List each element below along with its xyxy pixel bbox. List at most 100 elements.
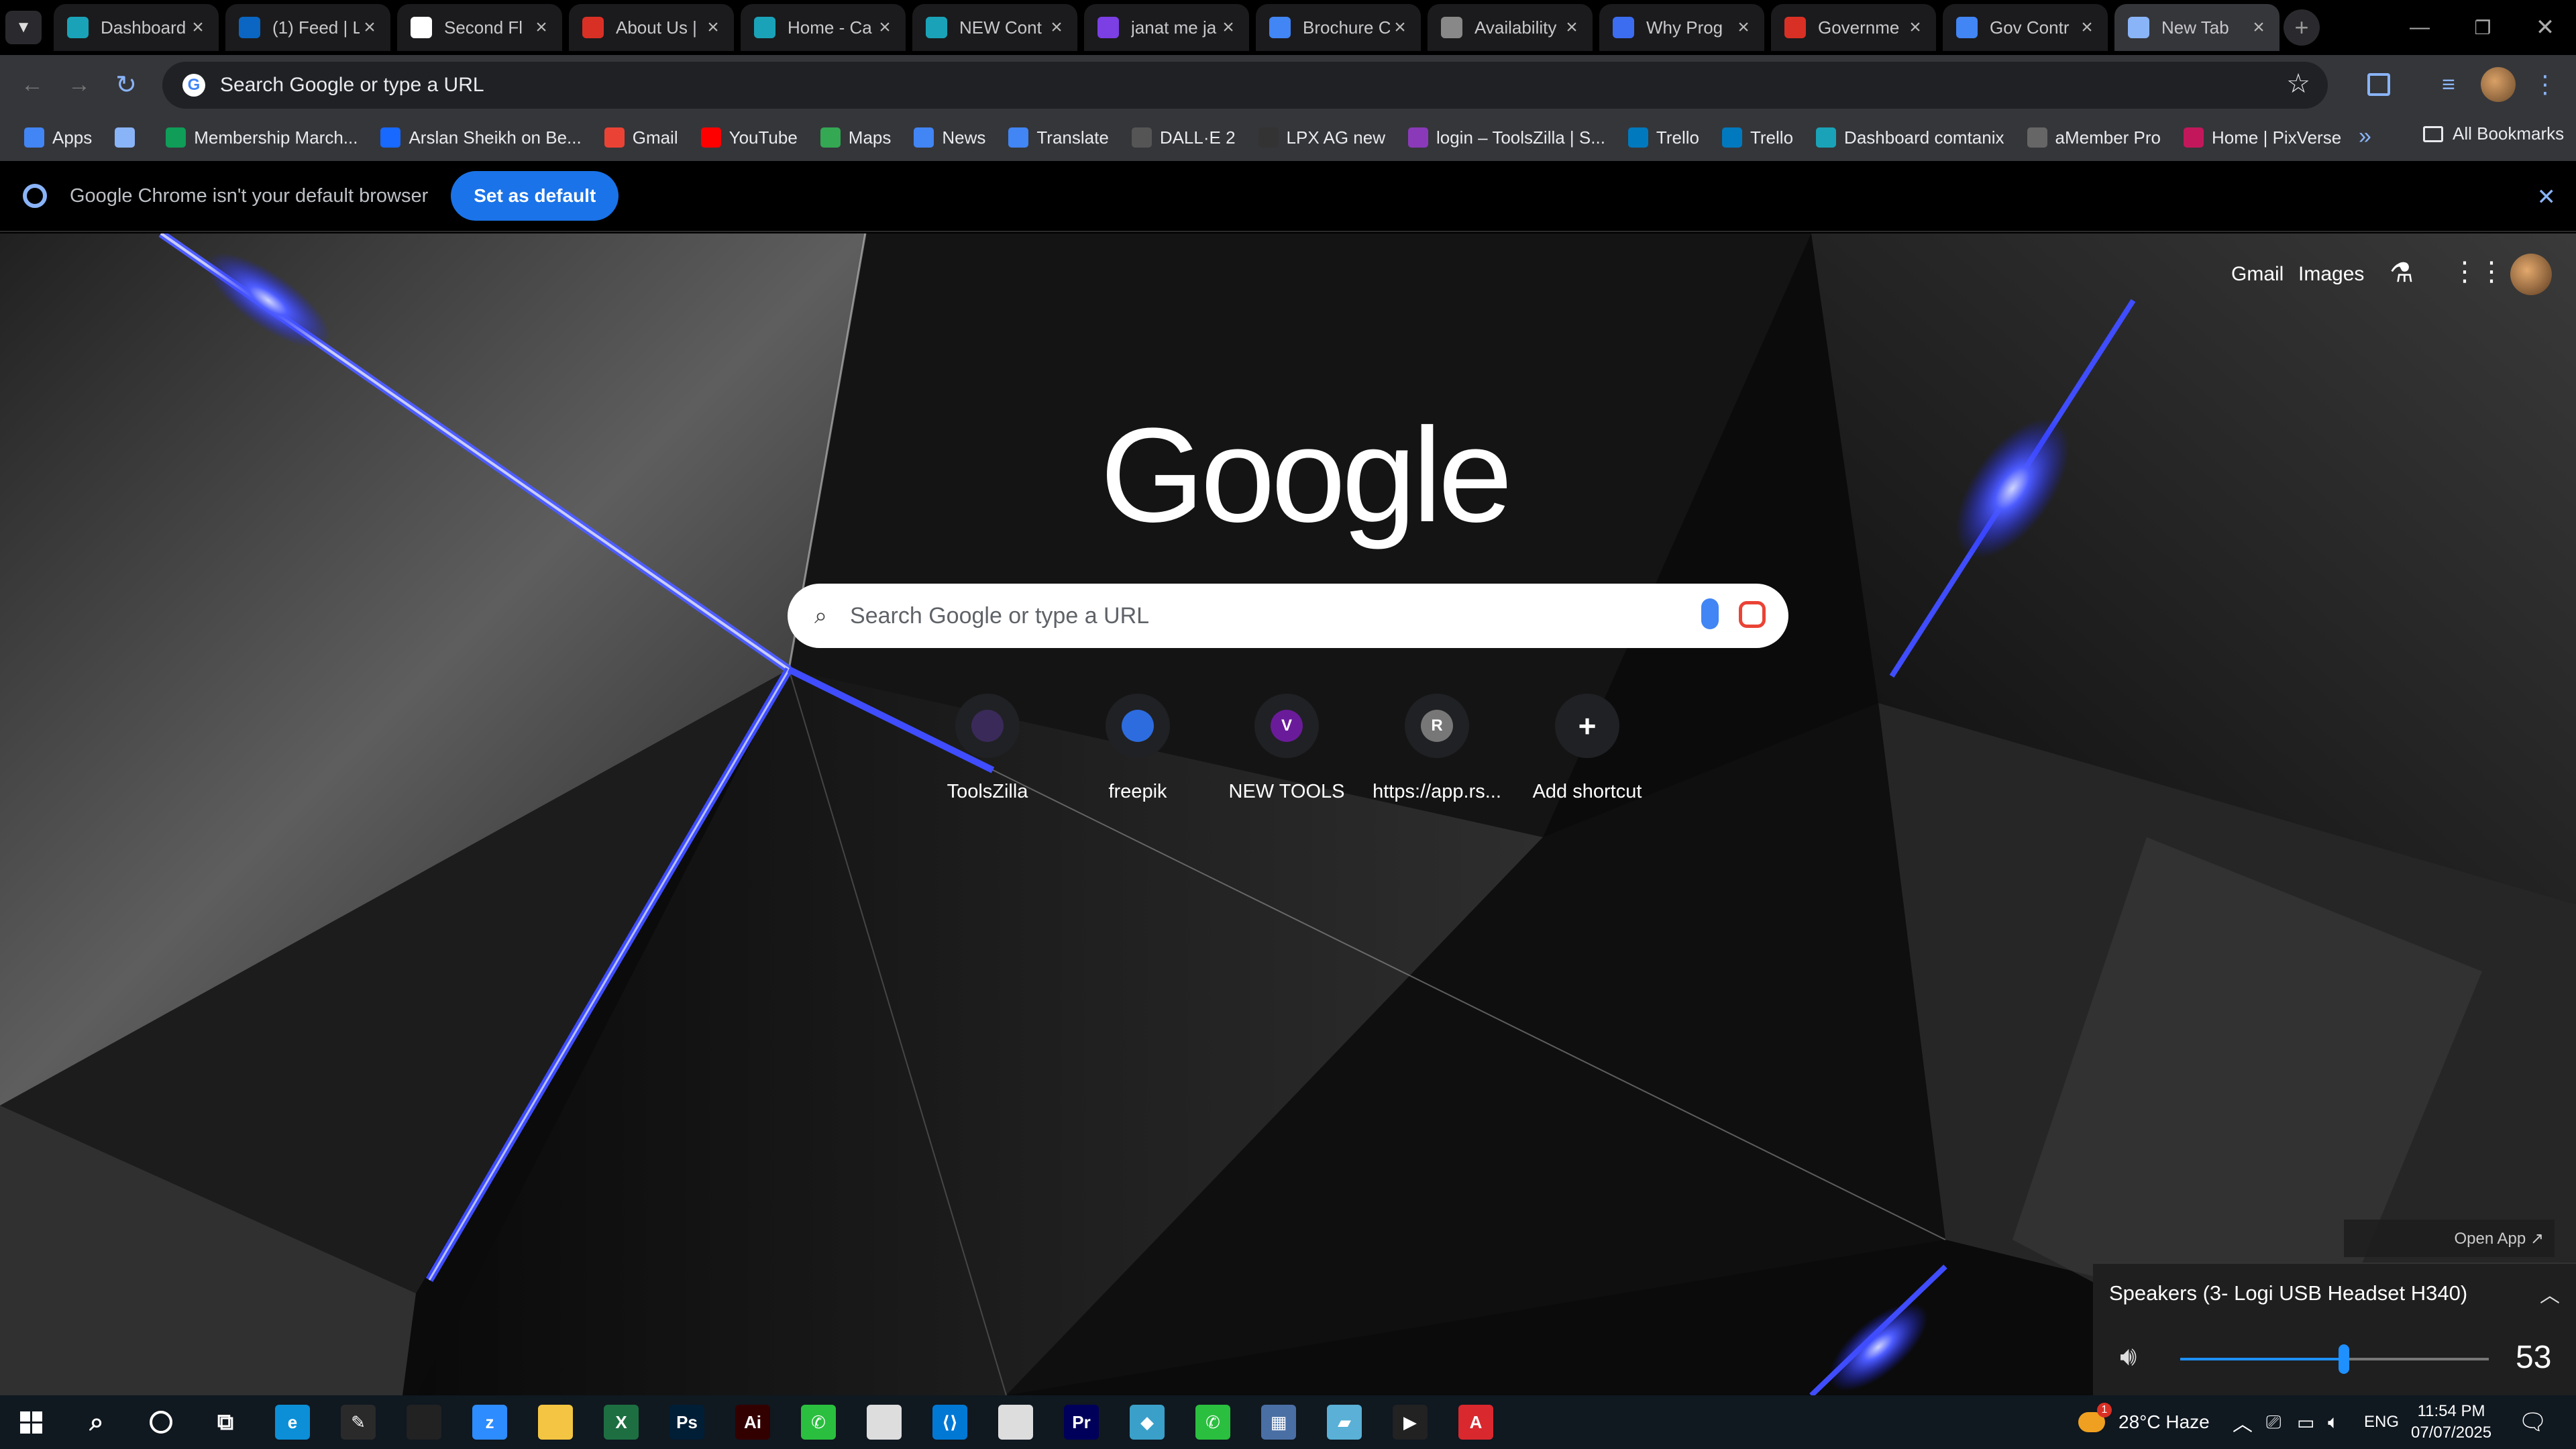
bookmark-item[interactable]: Gmail [604, 127, 678, 148]
reload-button[interactable]: ↻ [109, 67, 144, 102]
open-app-button[interactable]: Open App ↗ [2344, 1220, 2555, 1257]
phone-app-2-icon[interactable]: ✆ [1195, 1405, 1230, 1440]
chevron-up-icon[interactable]: ︿ [2540, 1279, 2560, 1308]
excel-icon[interactable]: X [604, 1405, 639, 1440]
tab-5[interactable]: Home - Ca × [741, 4, 906, 51]
phone-app-icon[interactable]: ✆ [801, 1405, 836, 1440]
tab-13[interactable]: New Tab × [2114, 4, 2279, 51]
close-tab-icon[interactable]: × [875, 16, 895, 39]
lens-icon[interactable] [1739, 601, 1766, 628]
audio-device-name[interactable]: Speakers (3- Logi USB Headset H340) [2109, 1281, 2467, 1305]
premiere-icon[interactable]: Pr [1064, 1405, 1099, 1440]
show-hidden-icons[interactable]: ︿ [2233, 1395, 2253, 1449]
volume-slider-thumb[interactable] [2338, 1344, 2349, 1374]
speaker-icon[interactable]: 🔊︎ [2120, 1342, 2137, 1372]
app-icon[interactable]: ◆ [1130, 1405, 1165, 1440]
close-tab-icon[interactable]: × [1218, 16, 1238, 39]
close-tab-icon[interactable]: × [1733, 16, 1754, 39]
close-tab-icon[interactable]: × [1390, 16, 1410, 39]
tab-4[interactable]: About Us | × [569, 4, 734, 51]
media-player-icon[interactable]: ▶ [1393, 1405, 1428, 1440]
tab-12[interactable]: Gov Contr × [1943, 4, 2108, 51]
tab-9[interactable]: Availability × [1428, 4, 1593, 51]
weather-widget[interactable]: 1 28°C Haze [2078, 1395, 2210, 1449]
close-tab-icon[interactable]: × [2077, 16, 2097, 39]
network-icon[interactable]: ▭ [2297, 1395, 2314, 1449]
voice-search-icon[interactable] [1701, 598, 1719, 629]
calculator-icon[interactable]: ▦ [1261, 1405, 1296, 1440]
close-window-button[interactable]: ✕ [2514, 0, 2576, 55]
account-avatar[interactable] [2510, 254, 2552, 295]
tab-search-button[interactable]: ▼ [5, 11, 42, 44]
labs-flask-icon[interactable]: ⚗ [2390, 258, 2414, 288]
shortcut-tile[interactable]: Rhttps://app.rs... [1363, 694, 1511, 803]
tab-7[interactable]: janat me ja × [1084, 4, 1249, 51]
new-tab-button[interactable]: + [2284, 9, 2320, 46]
search-button[interactable]: ⌕ [79, 1405, 114, 1440]
bookmark-item[interactable]: Apps [24, 127, 92, 148]
bookmark-item[interactable]: Maps [820, 127, 891, 148]
bookmarks-overflow-icon[interactable]: » [2359, 123, 2371, 150]
pen-icon[interactable]: ✎ [341, 1405, 376, 1440]
volume-slider-track[interactable] [2180, 1344, 2489, 1374]
bookmark-item[interactable]: Arslan Sheikh on Be... [380, 127, 582, 148]
bookmark-item[interactable]: Trello [1721, 127, 1793, 148]
notes-icon[interactable]: ▰ [1327, 1405, 1362, 1440]
reading-list-button[interactable]: ≡ [2431, 67, 2466, 102]
all-bookmarks-button[interactable]: All Bookmarks [2423, 123, 2564, 144]
bookmark-item[interactable]: LPX AG new [1258, 127, 1385, 148]
ntp-search-box[interactable]: ⌕ Search Google or type a URL [788, 584, 1788, 648]
close-tab-icon[interactable]: × [2249, 16, 2269, 39]
task-view-button[interactable]: ⧉ [208, 1405, 243, 1440]
acrobat-icon[interactable]: A [1458, 1405, 1493, 1440]
tab-3[interactable]: Second Fl × [397, 4, 562, 51]
close-tab-icon[interactable]: × [1562, 16, 1582, 39]
bookmark-item[interactable]: Membership March... [166, 127, 358, 148]
profile-avatar[interactable] [2481, 67, 2516, 102]
zoom-icon[interactable]: z [472, 1405, 507, 1440]
terminal-icon[interactable] [407, 1405, 441, 1440]
chrome-icon[interactable] [867, 1405, 902, 1440]
file-explorer-icon[interactable] [538, 1405, 573, 1440]
tab-11[interactable]: Governme × [1771, 4, 1936, 51]
omnibox[interactable]: G Search Google or type a URL ☆ [162, 62, 2328, 109]
gmail-link[interactable]: Gmail [2231, 263, 2284, 286]
shortcut-tile[interactable]: freepik [1064, 694, 1212, 803]
bookmark-item[interactable]: Translate [1008, 127, 1109, 148]
forward-button[interactable]: → [62, 67, 97, 102]
tab-10[interactable]: Why Prog × [1599, 4, 1764, 51]
tab-2[interactable]: (1) Feed | L × [225, 4, 390, 51]
back-button[interactable]: ← [15, 67, 50, 102]
close-tab-icon[interactable]: × [360, 16, 380, 39]
tab-6[interactable]: NEW Cont × [912, 4, 1077, 51]
images-link[interactable]: Images [2298, 263, 2364, 286]
close-tab-icon[interactable]: × [531, 16, 551, 39]
chrome-menu-button[interactable]: ⋮ [2532, 67, 2559, 102]
bookmark-item[interactable] [115, 127, 143, 148]
vscode-icon[interactable]: ⟨⟩ [932, 1405, 967, 1440]
close-tab-icon[interactable]: × [1905, 16, 1925, 39]
volume-tray-icon[interactable]: 🔈︎ [2328, 1395, 2339, 1449]
shortcut-tile[interactable]: V NEW TOOLS [1213, 694, 1360, 803]
chrome-profile-icon[interactable] [998, 1405, 1033, 1440]
extensions-button[interactable] [2361, 67, 2396, 102]
cortana-button[interactable] [144, 1405, 178, 1440]
set-as-default-button[interactable]: Set as default [451, 171, 619, 221]
illustrator-icon[interactable]: Ai [735, 1405, 770, 1440]
bookmark-item[interactable]: DALL·E 2 [1131, 127, 1236, 148]
bookmark-item[interactable]: News [914, 127, 985, 148]
close-infobar-icon[interactable]: ✕ [2537, 184, 2557, 211]
edge-icon[interactable]: e [275, 1405, 310, 1440]
photoshop-icon[interactable]: Ps [669, 1405, 704, 1440]
shortcut-tile[interactable]: + Add shortcut [1513, 694, 1661, 803]
minimize-button[interactable]: — [2388, 0, 2451, 55]
close-tab-icon[interactable]: × [703, 16, 723, 39]
bookmark-item[interactable]: aMember Pro [2027, 127, 2161, 148]
bookmark-item[interactable]: Home | PixVerse [2184, 127, 2341, 148]
restore-button[interactable]: ❐ [2451, 0, 2514, 55]
close-tab-icon[interactable]: × [188, 16, 208, 39]
bookmark-item[interactable]: Trello [1627, 127, 1699, 148]
bookmark-star-icon[interactable]: ☆ [2286, 68, 2310, 99]
bookmark-item[interactable]: login – ToolsZilla | S... [1407, 127, 1605, 148]
close-tab-icon[interactable]: × [1046, 16, 1067, 39]
